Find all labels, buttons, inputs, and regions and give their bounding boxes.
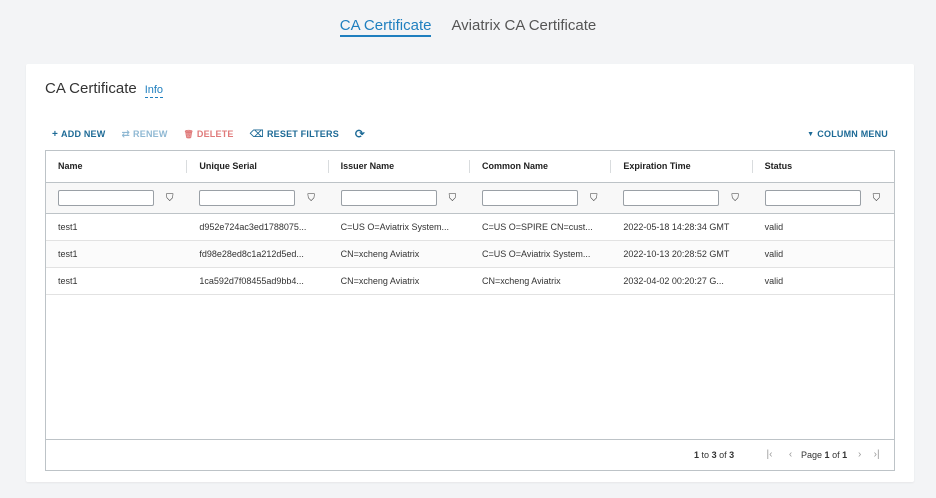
renew-label: RENEW xyxy=(133,129,168,139)
filter-cell-common-name: ⛉ xyxy=(470,183,611,213)
cell-status: valid xyxy=(764,276,784,286)
column-menu-label: COLUMN MENU xyxy=(817,129,888,139)
tab-ca-certificate[interactable]: CA Certificate xyxy=(339,0,432,37)
filter-cell-expiration-time: ⛉ xyxy=(611,183,752,213)
total-pages: 1 xyxy=(842,449,848,460)
trash-icon: 🗑 xyxy=(183,129,194,139)
delete-label: DELETE xyxy=(196,129,234,139)
column-menu-button[interactable]: ▼ COLUMN MENU xyxy=(807,129,888,139)
previous-page-icon[interactable]: ‹ xyxy=(784,449,797,460)
row-total: 3 xyxy=(729,450,735,460)
column-header-common-name[interactable]: Common Name xyxy=(470,151,612,182)
filter-cell-name: ⛉ xyxy=(46,183,187,213)
filter-cell-issuer-name: ⛉ xyxy=(329,183,470,213)
swap-icon: ⇄ xyxy=(121,128,131,140)
first-page-icon[interactable]: |‹ xyxy=(763,449,776,460)
cell-expiration-time: 2022-05-18 14:28:34 GMT xyxy=(623,222,730,232)
table-header: Name Unique Serial Issuer Name Common Na… xyxy=(46,151,894,183)
page-word: Page xyxy=(801,449,823,460)
renew-button[interactable]: ⇄ RENEW xyxy=(121,129,167,140)
cell-name: test1 xyxy=(58,276,78,286)
page-indicator: Page 1 of 1 xyxy=(801,450,847,460)
tab-aviatrix-ca-certificate[interactable]: Aviatrix CA Certificate xyxy=(451,0,596,37)
filter-input-expiration-time[interactable] xyxy=(623,190,720,206)
cell-common-name: C=US O=Aviatrix System... xyxy=(481,249,591,259)
of-word: of xyxy=(832,449,840,460)
add-new-button[interactable]: + ADD NEW xyxy=(52,129,105,140)
filter-input-name[interactable] xyxy=(58,190,154,206)
filter-icon[interactable]: ⛉ xyxy=(166,193,174,204)
top-tabs: CA Certificate Aviatrix CA Certificate xyxy=(0,0,936,50)
last-page-icon[interactable]: ›| xyxy=(870,449,883,460)
filter-icon[interactable]: ⛉ xyxy=(307,193,315,204)
filter-cell-unique-serial: ⛉ xyxy=(187,183,328,213)
filter-input-common-name[interactable] xyxy=(481,190,578,206)
column-header-status[interactable]: Status xyxy=(753,151,894,182)
cell-name: test1 xyxy=(58,249,78,259)
column-header-expiration-time[interactable]: Expiration Time xyxy=(611,151,753,182)
cell-issuer-name: CN=xcheng Aviatrix xyxy=(340,249,420,259)
card-title: CA Certificate xyxy=(45,80,137,97)
table-row[interactable]: test1 1ca592d7f08455ad9bb4... CN=xcheng … xyxy=(46,268,894,295)
row-to: 3 xyxy=(711,450,717,460)
filter-input-unique-serial[interactable] xyxy=(199,190,296,206)
cell-common-name: C=US O=SPIRE CN=cust... xyxy=(481,222,593,232)
filter-icon[interactable]: ⛉ xyxy=(731,193,739,204)
table-row[interactable]: test1 d952e724ac3ed1788075... C=US O=Avi… xyxy=(46,214,894,241)
cell-expiration-time: 2022-10-13 20:28:52 GMT xyxy=(623,249,730,259)
cell-status: valid xyxy=(764,249,784,259)
reset-filters-label: RESET FILTERS xyxy=(266,129,339,139)
of-word: of xyxy=(719,450,727,460)
filter-icon[interactable]: ⛉ xyxy=(590,193,598,204)
reset-filters-button[interactable]: ⌫ RESET FILTERS xyxy=(250,129,339,140)
ca-certificate-card: CA Certificate Info + ADD NEW ⇄ RENEW 🗑 … xyxy=(26,64,914,482)
delete-button[interactable]: 🗑 DELETE xyxy=(184,129,234,139)
filter-icon[interactable]: ⛉ xyxy=(449,193,457,204)
row-count-summary: 1 to 3 of 3 xyxy=(694,450,734,460)
cell-expiration-time: 2032-04-02 00:20:27 G... xyxy=(623,276,724,286)
refresh-icon: ⟳ xyxy=(354,127,366,141)
column-header-unique-serial[interactable]: Unique Serial xyxy=(187,151,329,182)
table-row[interactable]: test1 fd98e28ed8c1a212d5ed... CN=xcheng … xyxy=(46,241,894,268)
toolbar: + ADD NEW ⇄ RENEW 🗑 DELETE ⌫ RESET FILTE… xyxy=(52,127,888,141)
filter-icon[interactable]: ⛉ xyxy=(873,193,881,204)
plus-icon: + xyxy=(52,128,59,140)
refresh-button[interactable]: ⟳ xyxy=(355,127,365,141)
current-page: 1 xyxy=(824,449,830,460)
filter-cell-status: ⛉ xyxy=(753,183,894,213)
cell-status: valid xyxy=(764,222,784,232)
row-from: 1 xyxy=(694,450,700,460)
pagination: |‹ ‹ Page 1 of 1 › ›| xyxy=(763,449,883,460)
table-footer: 1 to 3 of 3 |‹ ‹ Page 1 of 1 › ›| xyxy=(46,439,894,470)
cell-unique-serial: fd98e28ed8c1a212d5ed... xyxy=(199,249,304,259)
to-word: to xyxy=(701,450,710,460)
cell-unique-serial: d952e724ac3ed1788075... xyxy=(199,222,307,232)
column-header-issuer-name[interactable]: Issuer Name xyxy=(329,151,471,182)
cell-unique-serial: 1ca592d7f08455ad9bb4... xyxy=(199,276,304,286)
filter-row: ⛉ ⛉ ⛉ ⛉ ⛉ ⛉ xyxy=(46,183,894,214)
certificate-table: Name Unique Serial Issuer Name Common Na… xyxy=(45,150,895,471)
add-new-label: ADD NEW xyxy=(61,129,106,139)
filter-input-status[interactable] xyxy=(764,190,861,206)
info-link[interactable]: Info xyxy=(144,84,164,98)
cell-name: test1 xyxy=(58,222,78,232)
filter-funnel-icon: ▼ xyxy=(807,130,815,138)
eraser-icon: ⌫ xyxy=(249,128,264,140)
card-header: CA Certificate Info xyxy=(45,80,164,98)
cell-issuer-name: CN=xcheng Aviatrix xyxy=(340,276,420,286)
cell-issuer-name: C=US O=Aviatrix System... xyxy=(340,222,450,232)
cell-common-name: CN=xcheng Aviatrix xyxy=(481,276,561,286)
filter-input-issuer-name[interactable] xyxy=(340,190,437,206)
column-header-name[interactable]: Name xyxy=(46,151,188,182)
next-page-icon[interactable]: › xyxy=(853,449,866,460)
